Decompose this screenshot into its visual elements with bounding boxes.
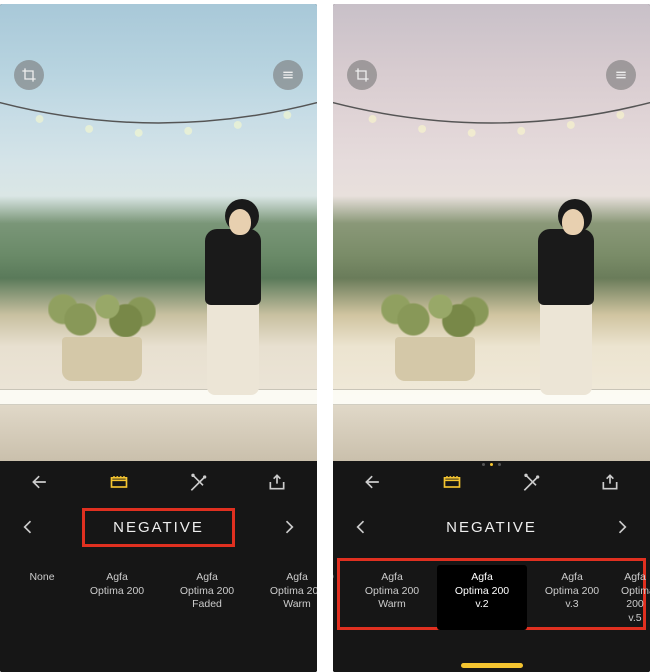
filter-item[interactable]: AgfaOptima 200v.5 [617, 565, 650, 644]
category-label[interactable]: NEGATIVE [418, 511, 565, 544]
menu-button[interactable] [273, 60, 303, 90]
filter-item[interactable]: AgfaOptima 200 [72, 565, 162, 616]
tools-button[interactable] [177, 467, 219, 497]
filter-item[interactable]: 200 [333, 565, 347, 603]
filter-strip[interactable]: 200 AgfaOptima 200Warm AgfaOptima 200v.2… [333, 555, 650, 649]
tools-icon [188, 472, 208, 492]
chevron-right-icon[interactable] [612, 517, 632, 537]
film-button[interactable] [98, 467, 140, 497]
menu-button[interactable] [606, 60, 636, 90]
chevron-left-icon[interactable] [18, 517, 38, 537]
home-indicator[interactable] [461, 663, 523, 668]
crop-button[interactable] [347, 60, 377, 90]
filter-item[interactable]: None [12, 565, 72, 603]
film-icon [109, 472, 129, 492]
page-indicator [333, 461, 650, 467]
tools-icon [521, 472, 541, 492]
filter-item[interactable]: AgfaOptima 200v.3 [527, 565, 617, 630]
bottom-panel: NEGATIVE 200 None AgfaOptima 200 AgfaOpt… [0, 461, 317, 672]
filter-item-selected[interactable]: AgfaOptima 200v.2 [437, 565, 527, 630]
chevron-right-icon[interactable] [279, 517, 299, 537]
film-icon [442, 472, 462, 492]
share-button[interactable] [589, 467, 631, 497]
back-icon [363, 472, 383, 492]
film-button[interactable] [431, 467, 473, 497]
phone-right: NEGATIVE 200 AgfaOptima 200Warm AgfaOpti… [333, 4, 650, 672]
category-label[interactable]: NEGATIVE [82, 508, 235, 547]
chevron-left-icon[interactable] [351, 517, 371, 537]
photo-preview[interactable] [0, 4, 317, 461]
share-button[interactable] [256, 467, 298, 497]
crop-icon [354, 67, 370, 83]
toolbar [0, 461, 317, 499]
back-icon [30, 472, 50, 492]
share-icon [267, 472, 287, 492]
filter-item[interactable]: AgfaOptima 200Warm [347, 565, 437, 630]
back-button[interactable] [19, 467, 61, 497]
menu-icon [280, 67, 296, 83]
filter-item[interactable]: AgfaOptima 200Warm [252, 565, 317, 630]
bottom-panel: NEGATIVE 200 AgfaOptima 200Warm AgfaOpti… [333, 461, 650, 672]
back-button[interactable] [352, 467, 394, 497]
crop-button[interactable] [14, 60, 44, 90]
tools-button[interactable] [510, 467, 552, 497]
crop-icon [21, 67, 37, 83]
photo-preview[interactable] [333, 4, 650, 461]
menu-icon [613, 67, 629, 83]
filter-strip[interactable]: 200 None AgfaOptima 200 AgfaOptima 200Fa… [0, 555, 317, 649]
share-icon [600, 472, 620, 492]
filter-item[interactable]: AgfaOptima 200Faded [162, 565, 252, 630]
category-row: NEGATIVE [333, 499, 650, 555]
phone-left: NEGATIVE 200 None AgfaOptima 200 AgfaOpt… [0, 4, 317, 672]
filter-item[interactable]: 200 [0, 565, 12, 603]
category-row: NEGATIVE [0, 499, 317, 555]
